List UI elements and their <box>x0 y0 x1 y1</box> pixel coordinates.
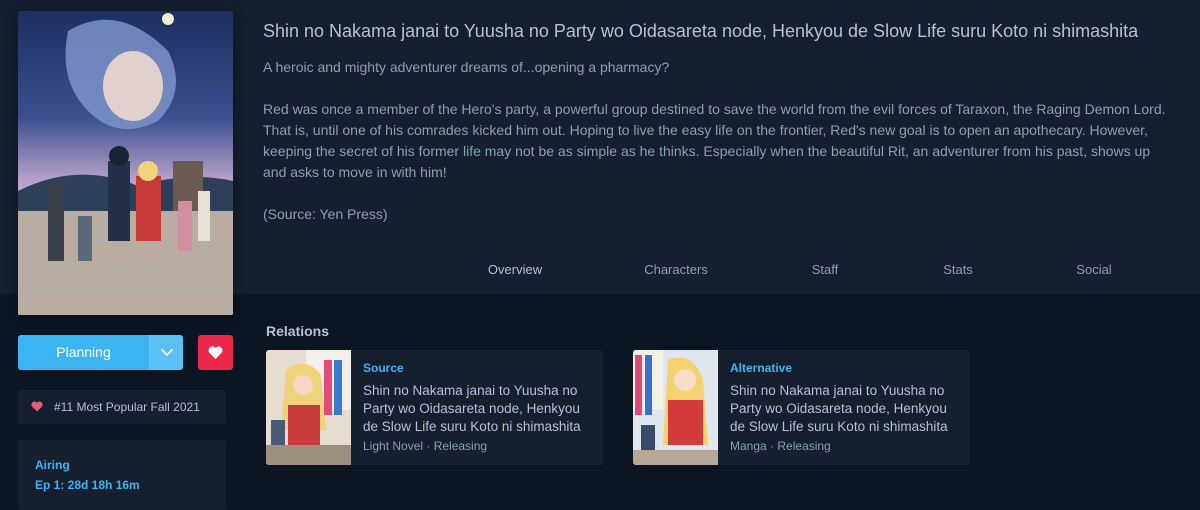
airing-countdown: Ep 1: 28d 18h 16m <box>35 478 140 492</box>
media-tagline: A heroic and mighty adventurer dreams of… <box>263 59 670 75</box>
heart-icon <box>31 401 43 412</box>
description-source: (Source: Yen Press) <box>263 206 388 222</box>
favourite-button[interactable] <box>198 335 233 370</box>
media-description: Red was once a member of the Hero's part… <box>263 101 1166 180</box>
relation-title[interactable]: Shin no Nakama janai to Yuusha no Party … <box>363 382 598 436</box>
airing-label: Airing <box>35 458 70 472</box>
relation-meta: Manga · Releasing <box>730 439 831 453</box>
tab-stats[interactable]: Stats <box>943 262 973 277</box>
chevron-down-icon <box>161 349 173 356</box>
tab-characters[interactable]: Characters <box>644 262 708 277</box>
relation-cover-image[interactable] <box>266 350 351 465</box>
heart-icon <box>208 346 223 359</box>
tab-staff[interactable]: Staff <box>812 262 839 277</box>
relation-meta: Light Novel · Releasing <box>363 439 488 453</box>
relation-title[interactable]: Shin no Nakama janai to Yuusha no Party … <box>730 382 965 436</box>
relation-type: Alternative <box>730 361 793 375</box>
list-status-button[interactable]: Planning <box>18 335 183 370</box>
list-status-dropdown[interactable] <box>149 335 183 370</box>
list-status-label[interactable]: Planning <box>18 335 149 370</box>
relations-heading: Relations <box>266 323 330 339</box>
relation-type: Source <box>363 361 404 375</box>
media-nav-tabs: Overview Characters Staff Stats Social <box>0 262 1200 282</box>
media-title: Shin no Nakama janai to Yuusha no Party … <box>263 21 1139 41</box>
relation-card-alternative[interactable]: Alternative Shin no Nakama janai to Yuus… <box>633 350 970 465</box>
relation-cover-image[interactable] <box>633 350 718 465</box>
airing-info-card: Airing Ep 1: 28d 18h 16m <box>18 440 226 510</box>
tab-social[interactable]: Social <box>1076 262 1111 277</box>
ranking-card[interactable]: #11 Most Popular Fall 2021 <box>18 390 226 424</box>
tab-overview[interactable]: Overview <box>488 262 542 277</box>
ranking-text: #11 Most Popular Fall 2021 <box>54 400 200 414</box>
relation-card-source[interactable]: Source Shin no Nakama janai to Yuusha no… <box>266 350 603 465</box>
